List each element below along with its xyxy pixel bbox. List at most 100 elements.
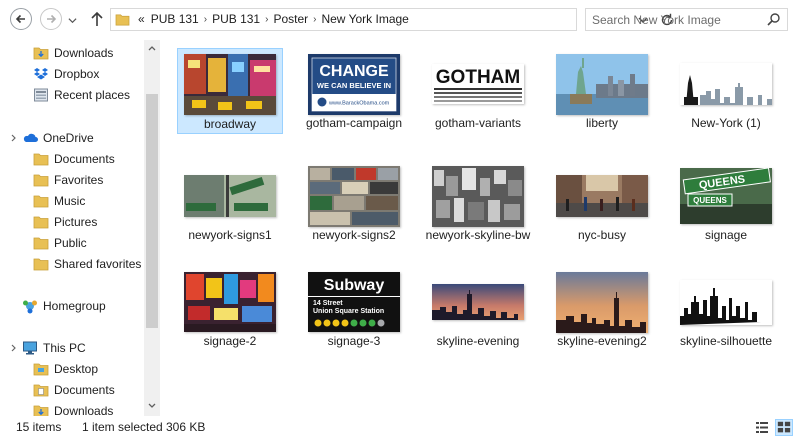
newyork-signs1-photo [184,175,276,217]
scrollbar-thumb[interactable] [146,94,158,328]
nav-item-music[interactable]: Music [33,190,85,211]
thumbnail [549,160,655,232]
sign-text: QUEENS [693,196,727,205]
signage-photo: QUEENS QUEENS [680,168,772,224]
file-name: broadway [203,117,257,131]
navigation-pane: Downloads Dropbox Recent places OneDrive… [0,40,160,418]
nav-item-favorites[interactable]: Favorites [33,169,103,190]
expand-chevron-icon[interactable] [10,344,18,352]
file-tile-broadway[interactable]: broadway [177,48,283,134]
thumbnail: Subway 14 Street Union Square Station [301,266,407,338]
folder-icon [33,153,49,165]
nav-item-desktop[interactable]: Desktop [33,358,98,379]
selection-count: 1 item selected [82,420,163,434]
breadcrumb-item-current[interactable]: New York Image [318,12,411,26]
folder-icon [115,14,130,26]
file-name: liberty [585,116,618,130]
new-york-silhouette-image [680,63,772,105]
poster-tagline: WE CAN BELIEVE IN [317,81,391,90]
nav-pane-scrollbar[interactable] [144,40,160,416]
nav-item-label: Recent places [54,87,131,102]
gotham-wordmark: GOTHAM [436,67,520,88]
search-input[interactable] [592,11,762,28]
subway-station: Union Square Station [313,308,384,315]
thumbnail [673,266,779,338]
breadcrumb-separator-icon[interactable]: › [263,14,270,25]
skyline-evening2-photo [556,271,648,333]
details-view-icon [756,422,768,433]
expand-chevron-icon[interactable] [10,134,18,142]
nav-item-homegroup[interactable]: Homegroup [22,295,106,316]
search-icon[interactable] [766,12,781,27]
nav-item-documents-pc[interactable]: Documents [33,379,115,400]
downloads-folder-icon [33,47,49,59]
folder-icon [33,258,49,270]
nav-item-label: Public [54,235,87,250]
file-name: newyork-skyline-bw [425,228,531,242]
file-name: signage-2 [203,334,257,348]
nav-item-label: Documents [54,151,115,166]
scroll-up-arrow-icon[interactable] [148,44,156,52]
thumbnail: QUEENS QUEENS [673,160,779,232]
gotham-campaign-poster: CHANGE WE CAN BELIEVE IN www.BarackObama… [308,53,400,115]
search-box[interactable] [585,8,788,31]
file-name: newyork-signs2 [312,228,396,242]
documents-folder-icon [33,384,49,396]
back-button[interactable] [10,8,32,30]
nav-item-shared-favorites[interactable]: Shared favorites [33,253,141,274]
address-toolbar: « PUB 131 › PUB 131 › Poster › New York … [0,0,797,40]
breadcrumb-item[interactable]: PUB 131 [148,12,202,26]
onedrive-icon [23,133,38,142]
nav-item-public[interactable]: Public [33,232,87,253]
scroll-down-arrow-icon[interactable] [148,402,156,410]
poster-url: www.BarackObama.com [328,100,390,106]
subway-sign-image: Subway 14 Street Union Square Station [308,272,400,332]
folder-icon [33,174,49,186]
homegroup-icon [23,300,37,313]
file-name: gotham-campaign [305,116,403,130]
nav-item-recent-places[interactable]: Recent places [33,84,130,105]
nav-item-onedrive[interactable]: OneDrive [22,127,94,148]
thumbnail [549,266,655,338]
poster-headline: CHANGE [319,63,389,80]
folder-icon [33,216,49,228]
this-pc-icon [23,341,37,354]
liberty-photo [556,53,648,115]
folder-icon [33,195,49,207]
recent-locations-chevron-icon[interactable] [68,16,77,25]
nav-item-label: This PC [43,340,86,355]
nav-item-dropbox[interactable]: Dropbox [33,63,99,84]
breadcrumb-item[interactable]: Poster [270,12,311,26]
selection-size: 306 KB [166,420,206,434]
forward-button[interactable] [40,8,62,30]
breadcrumb-overflow[interactable]: « [135,12,148,26]
nav-item-this-pc[interactable]: This PC [22,337,86,358]
file-name: signage [704,228,748,242]
file-name: skyline-silhouette [679,334,773,348]
thumbnail [177,266,283,338]
back-arrow-icon [15,14,25,24]
nav-item-documents[interactable]: Documents [33,148,115,169]
nyc-busy-photo [556,175,648,217]
newyork-signs2-collage [308,165,400,227]
nav-item-downloads[interactable]: Downloads [33,42,113,63]
thumbnail [549,48,655,120]
thumbnail: CHANGE WE CAN BELIEVE IN www.BarackObama… [301,48,407,120]
file-name: skyline-evening [436,334,520,348]
file-name: newyork-signs1 [188,228,272,242]
file-name: nyc-busy [577,228,627,242]
nav-item-label: Downloads [54,45,114,60]
dropbox-icon [34,67,48,79]
nav-item-label: Pictures [54,214,98,229]
thumbnail: GOTHAM [425,48,531,120]
breadcrumb-separator-icon[interactable]: › [202,14,209,25]
address-bar[interactable]: « PUB 131 › PUB 131 › Poster › New York … [110,8,673,31]
up-one-level-icon[interactable] [90,11,104,27]
breadcrumb-item[interactable]: PUB 131 [209,12,263,26]
breadcrumb-separator-icon[interactable]: › [311,14,318,25]
large-icons-view-button[interactable] [775,419,793,436]
signage-2-photo [184,272,276,332]
thumbnail [425,160,531,232]
nav-item-pictures[interactable]: Pictures [33,211,97,232]
details-view-button[interactable] [753,419,771,436]
